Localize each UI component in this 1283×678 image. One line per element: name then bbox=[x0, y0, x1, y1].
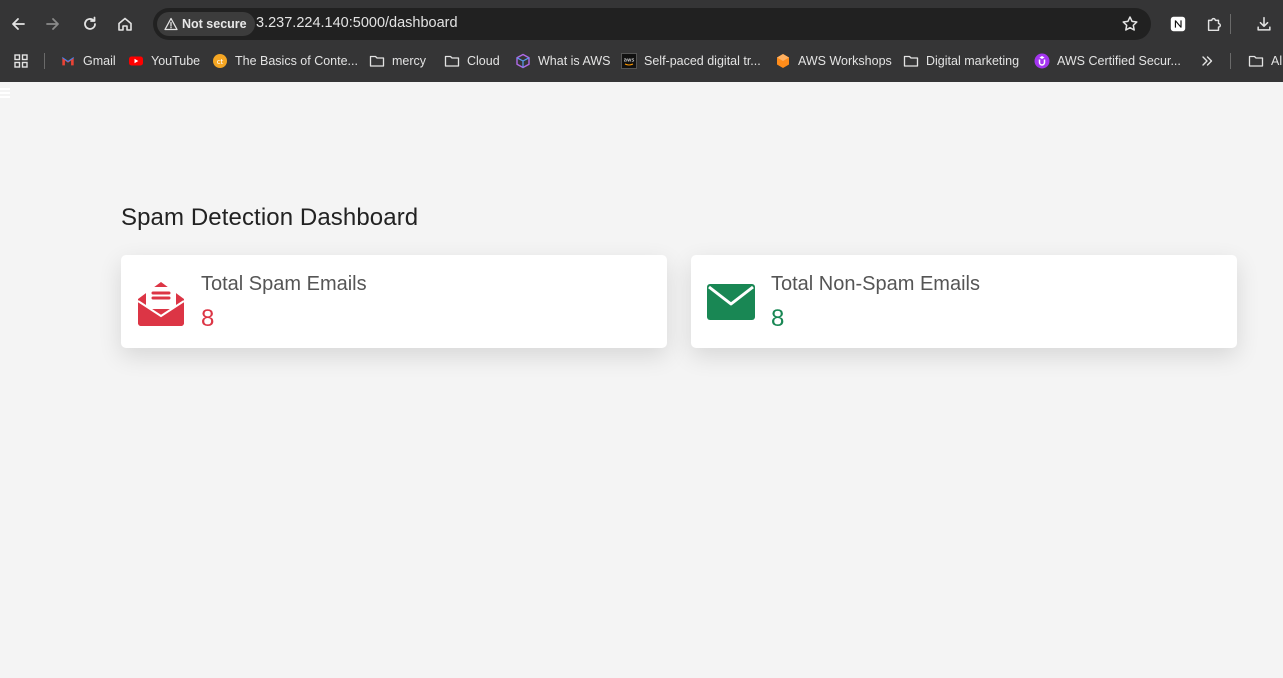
envelope-icon bbox=[707, 284, 755, 320]
site-favicon-icon: ct bbox=[212, 53, 228, 69]
download-icon bbox=[1257, 16, 1271, 31]
spam-count-card: Total Spam Emails 8 bbox=[121, 255, 667, 348]
arrow-left-icon bbox=[12, 18, 25, 30]
notion-extension-button[interactable] bbox=[1167, 13, 1189, 35]
notion-icon bbox=[1170, 16, 1186, 32]
bookmark-folder-cloud[interactable]: Cloud bbox=[444, 50, 500, 72]
toolbar-divider bbox=[1230, 14, 1231, 34]
home-icon bbox=[118, 17, 132, 31]
extensions-button[interactable] bbox=[1203, 13, 1225, 35]
udemy-icon bbox=[1034, 53, 1050, 69]
bookmark-aws-certified[interactable]: AWS Certified Secur... bbox=[1034, 50, 1181, 72]
bookmarks-divider bbox=[1230, 53, 1231, 69]
bookmark-label: The Basics of Conte... bbox=[235, 54, 358, 68]
non-spam-count-card: Total Non-Spam Emails 8 bbox=[691, 255, 1237, 348]
folder-icon bbox=[369, 53, 385, 69]
security-chip[interactable]: Not secure bbox=[157, 12, 255, 36]
bookmarks-bar: Gmail YouTube ct The Basics of Conte... … bbox=[0, 47, 1283, 75]
spam-card-label: Total Spam Emails bbox=[201, 273, 367, 295]
puzzle-piece-icon bbox=[1207, 17, 1221, 32]
bookmark-basics-of-content[interactable]: ct The Basics of Conte... bbox=[212, 50, 358, 72]
url-text[interactable]: 3.237.224.140:5000/dashboard bbox=[256, 15, 458, 31]
svg-text:ct: ct bbox=[217, 58, 224, 66]
menu-toggle-icon[interactable] bbox=[0, 88, 10, 98]
bookmark-label: Al bbox=[1271, 54, 1283, 68]
downloads-button[interactable] bbox=[1253, 13, 1275, 35]
bookmark-label: AWS Workshops bbox=[798, 54, 892, 68]
bookmarks-divider bbox=[44, 53, 45, 69]
folder-icon bbox=[444, 53, 460, 69]
bookmark-label: What is AWS bbox=[538, 54, 611, 68]
reload-icon bbox=[84, 16, 96, 30]
forward-button[interactable] bbox=[40, 11, 66, 37]
bookmark-label: YouTube bbox=[151, 54, 201, 68]
bookmark-what-is-aws[interactable]: What is AWS bbox=[515, 50, 610, 72]
dashboard-page: Spam Detection Dashboard Total Spam Emai… bbox=[0, 82, 1283, 678]
bookmark-folder-all[interactable]: Al bbox=[1248, 50, 1282, 72]
bookmark-star-icon[interactable] bbox=[1121, 15, 1139, 33]
aws-icon: aws bbox=[621, 53, 637, 69]
bookmark-self-paced[interactable]: aws Self-paced digital tr... bbox=[621, 50, 761, 72]
home-button[interactable] bbox=[112, 11, 138, 37]
more-bookmarks-button[interactable] bbox=[1199, 50, 1215, 72]
bookmark-label: AWS Certified Secur... bbox=[1057, 54, 1181, 68]
folder-icon bbox=[1248, 53, 1264, 69]
svg-text:aws: aws bbox=[624, 58, 635, 64]
page-title: Spam Detection Dashboard bbox=[121, 204, 419, 231]
bookmark-youtube[interactable]: YouTube bbox=[128, 50, 200, 72]
browser-toolbar: Not secure 3.237.224.140:5000/dashboard bbox=[0, 0, 1283, 47]
bookmark-folder-mercy[interactable]: mercy bbox=[369, 50, 426, 72]
folder-icon bbox=[903, 53, 919, 69]
bookmark-folder-digital-marketing[interactable]: Digital marketing bbox=[903, 50, 1019, 72]
spam-count-value: 8 bbox=[201, 305, 215, 332]
bookmark-gmail[interactable]: Gmail bbox=[60, 50, 116, 72]
bookmark-aws-workshops[interactable]: AWS Workshops bbox=[775, 50, 892, 72]
arrow-right-icon bbox=[46, 18, 59, 30]
chevron-double-right-icon bbox=[1199, 53, 1215, 69]
gmail-icon bbox=[60, 53, 76, 69]
non-spam-card-label: Total Non-Spam Emails bbox=[771, 273, 980, 295]
hexagon-icon bbox=[775, 53, 791, 69]
bookmark-label: mercy bbox=[392, 54, 427, 68]
address-bar[interactable]: Not secure 3.237.224.140:5000/dashboard bbox=[153, 8, 1151, 40]
bookmark-label: Gmail bbox=[83, 54, 116, 68]
bookmark-label: Cloud bbox=[467, 54, 500, 68]
back-button[interactable] bbox=[5, 11, 31, 37]
browser-chrome: Not secure 3.237.224.140:5000/dashboard … bbox=[0, 0, 1283, 82]
apps-button[interactable] bbox=[13, 50, 29, 72]
youtube-icon bbox=[128, 53, 144, 69]
apps-grid-icon bbox=[13, 53, 29, 69]
envelope-open-text-icon bbox=[137, 282, 185, 326]
non-spam-count-value: 8 bbox=[771, 305, 785, 332]
security-label: Not secure bbox=[182, 17, 247, 31]
bookmark-label: Self-paced digital tr... bbox=[644, 54, 761, 68]
warning-triangle-icon bbox=[164, 17, 178, 31]
reload-button[interactable] bbox=[77, 11, 103, 37]
cube-icon bbox=[515, 53, 531, 69]
bookmark-label: Digital marketing bbox=[926, 54, 1020, 68]
